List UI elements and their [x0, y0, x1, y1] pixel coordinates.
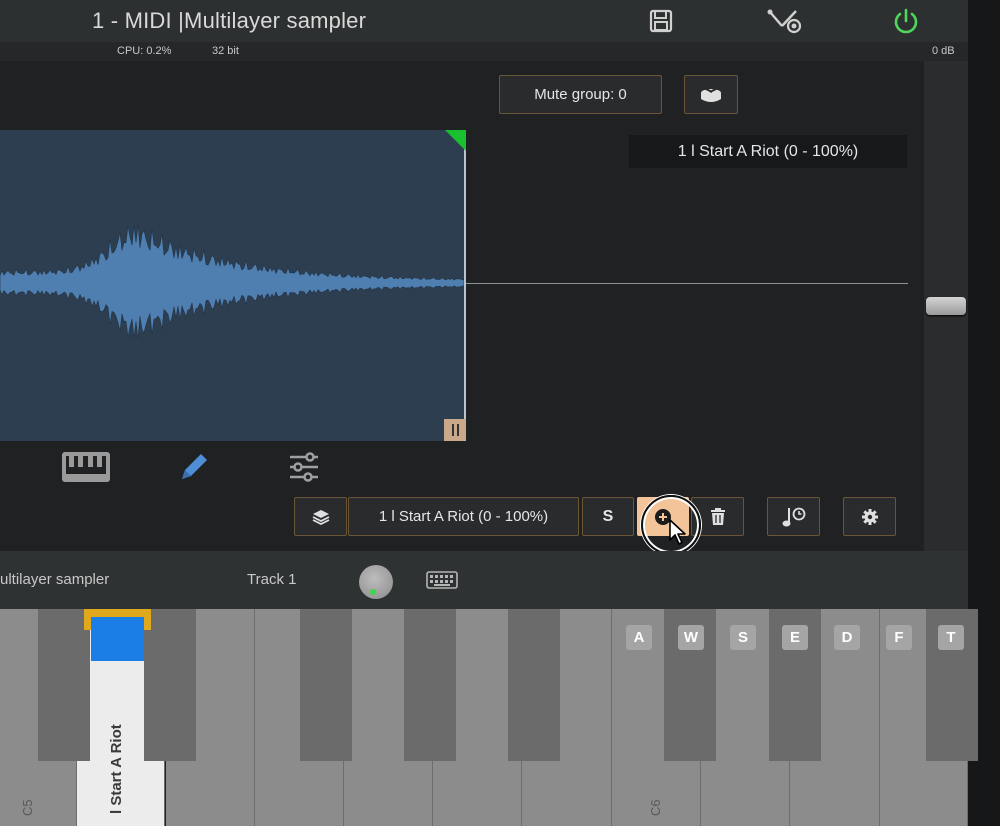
mute-group-button[interactable]: Mute group: 0: [499, 75, 662, 114]
track-bar: ultilayer sampler Track 1: [0, 551, 968, 609]
waveform-display[interactable]: [0, 130, 465, 441]
gear-icon: [861, 508, 878, 525]
black-key[interactable]: [404, 609, 456, 761]
cursor-icon: [669, 519, 686, 545]
layer-label: 1 l Start A Riot (0 - 100%): [629, 135, 907, 168]
black-key[interactable]: [38, 609, 90, 761]
level-readout: 0 dB: [932, 45, 955, 57]
key-hint-t: T: [938, 625, 964, 650]
layers-icon: [312, 509, 329, 525]
routing-icon[interactable]: [766, 6, 804, 36]
drum-icon[interactable]: [684, 75, 738, 114]
track-name: Track 1: [247, 571, 297, 588]
note-label-c6: C6: [648, 799, 663, 816]
key-hint-w: W: [678, 625, 704, 650]
track-knob[interactable]: [359, 565, 393, 599]
volume-fader-handle[interactable]: [926, 297, 966, 315]
bit-depth: 32 bit: [212, 45, 239, 57]
solo-button[interactable]: S: [582, 497, 634, 536]
trash-icon: [710, 507, 725, 525]
sample-name-label: l Start A Riot: [108, 724, 125, 814]
app-window: 1 - MIDI |Multilayer sampler CPU: 0.2% 3…: [0, 0, 1000, 826]
key-hint-s: S: [730, 625, 756, 650]
piano-keyboard[interactable]: AWSEDFT: [0, 609, 978, 826]
layers-button[interactable]: [294, 497, 347, 536]
zero-line: [466, 283, 908, 284]
active-note-block[interactable]: [91, 617, 144, 661]
sliders-icon[interactable]: [284, 445, 324, 489]
key-hint-f: F: [886, 625, 912, 650]
key-hint-a: A: [626, 625, 652, 650]
plugin-title: 1 - MIDI |Multilayer sampler: [92, 8, 367, 33]
key-hint-e: E: [782, 625, 808, 650]
black-key[interactable]: [508, 609, 560, 761]
power-icon[interactable]: [891, 6, 921, 36]
sample-end-line[interactable]: [464, 130, 466, 441]
black-key[interactable]: [144, 609, 196, 761]
settings-button[interactable]: [843, 497, 896, 536]
layer-select-button[interactable]: 1 l Start A Riot (0 - 100%): [348, 497, 579, 536]
loop-handle[interactable]: [444, 419, 466, 441]
black-key[interactable]: [300, 609, 352, 761]
status-bar: CPU: 0.2% 32 bit 0 dB: [0, 42, 968, 61]
cpu-readout: CPU: 0.2%: [117, 45, 172, 57]
piano-icon[interactable]: [60, 445, 112, 489]
knob-led: [370, 589, 376, 595]
note-label-c5: C5: [20, 799, 35, 816]
note-clock-icon: [782, 507, 805, 526]
save-icon[interactable]: [646, 6, 676, 36]
note-timer-button[interactable]: [767, 497, 820, 536]
sample-editor: Mute group: 0 1 l Start A Riot (0 - 100%…: [0, 61, 924, 551]
pencil-icon[interactable]: [174, 445, 214, 489]
keyboard-icon[interactable]: [426, 570, 458, 595]
end-marker[interactable]: [445, 130, 466, 151]
plugin-header: 1 - MIDI |Multilayer sampler: [0, 0, 968, 42]
key-hint-d: D: [834, 625, 860, 650]
device-name: ultilayer sampler: [0, 571, 110, 588]
volume-fader-track[interactable]: [924, 61, 968, 551]
waveform: [0, 224, 465, 339]
